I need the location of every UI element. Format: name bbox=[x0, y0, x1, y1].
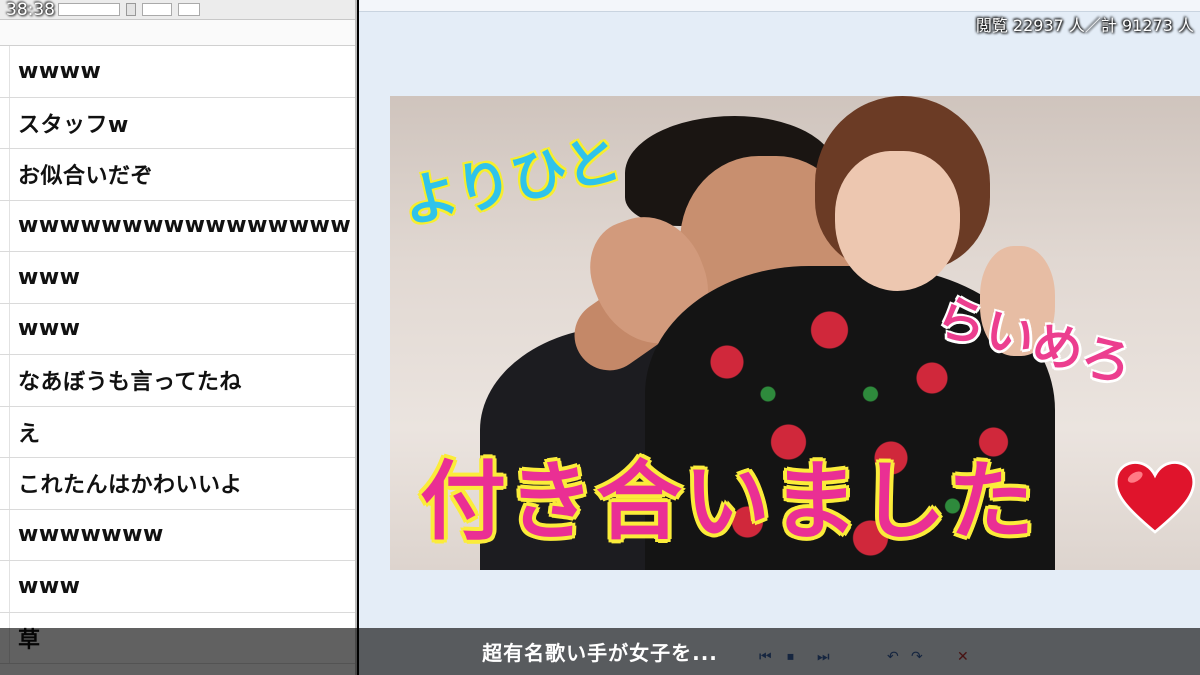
comment-text: お似合いだぞ bbox=[18, 164, 154, 190]
viewer-count: 閲覧 22937 人／計 91273 人 bbox=[975, 16, 1194, 35]
comment-text: wwww bbox=[18, 58, 102, 84]
subtitle-bar: 超有名歌い手が女子を... bbox=[0, 628, 1200, 675]
comment-text: スタッフw bbox=[18, 112, 129, 138]
comment-row[interactable]: wwwwwwwwwwwwwwww bbox=[0, 200, 355, 252]
comment-text: なあぼうも言ってたね bbox=[18, 370, 242, 396]
comment-text: これたんはかわいいよ bbox=[18, 473, 243, 499]
comment-row[interactable]: スタッフw bbox=[0, 97, 355, 149]
comment-text: www bbox=[18, 316, 81, 342]
subtitle-text: 超有名歌い手が女子を... bbox=[482, 641, 718, 665]
comment-text: www bbox=[18, 264, 81, 290]
thumbnail-headline: 付き合いました bbox=[420, 452, 1036, 552]
elapsed-time: 38:38 bbox=[6, 0, 55, 20]
toolbar-spinner[interactable] bbox=[178, 3, 200, 16]
toolbar-url-field[interactable] bbox=[58, 3, 120, 16]
comment-row[interactable]: wwww bbox=[0, 46, 355, 98]
comment-row[interactable]: これたんはかわいいよ bbox=[0, 458, 355, 510]
comment-row[interactable]: お似合いだぞ bbox=[0, 149, 355, 201]
heart-icon bbox=[1114, 461, 1196, 534]
comment-text: wwwwwwwwwwwwwwww bbox=[18, 213, 352, 239]
toolbar-button[interactable] bbox=[126, 3, 136, 16]
comment-row[interactable]: www bbox=[0, 303, 355, 355]
comment-list[interactable]: wwww スタッフw お似合いだぞ wwwwwwwwwwwwwwww www w… bbox=[0, 46, 355, 664]
comment-row[interactable]: www bbox=[0, 561, 355, 613]
comment-column-header bbox=[0, 20, 355, 46]
woman-figure-face bbox=[835, 151, 960, 291]
toolbar-select[interactable] bbox=[142, 3, 172, 16]
comment-row[interactable]: www bbox=[0, 252, 355, 304]
video-thumbnail[interactable]: よりひと らいめろ 付き合いました bbox=[390, 96, 1200, 570]
comment-row[interactable]: wwwwwww bbox=[0, 509, 355, 561]
viewer-window: よりひと らいめろ 付き合いました bbox=[359, 12, 1200, 630]
comment-text: www bbox=[18, 573, 81, 599]
thumbnail-name-left: よりひと bbox=[395, 125, 628, 238]
comment-text: え bbox=[18, 421, 41, 447]
comment-text: wwwwwww bbox=[18, 522, 164, 548]
menu-strip bbox=[359, 0, 1200, 12]
comment-panel: wwww スタッフw お似合いだぞ wwwwwwwwwwwwwwww www w… bbox=[0, 0, 357, 675]
comment-row[interactable]: え bbox=[0, 406, 355, 458]
shared-screen: よりひと らいめろ 付き合いました ⏮ ⏹ ⏭ ↶ ↷ ✕ bbox=[359, 0, 1200, 675]
comment-row[interactable]: なあぼうも言ってたね bbox=[0, 355, 355, 407]
